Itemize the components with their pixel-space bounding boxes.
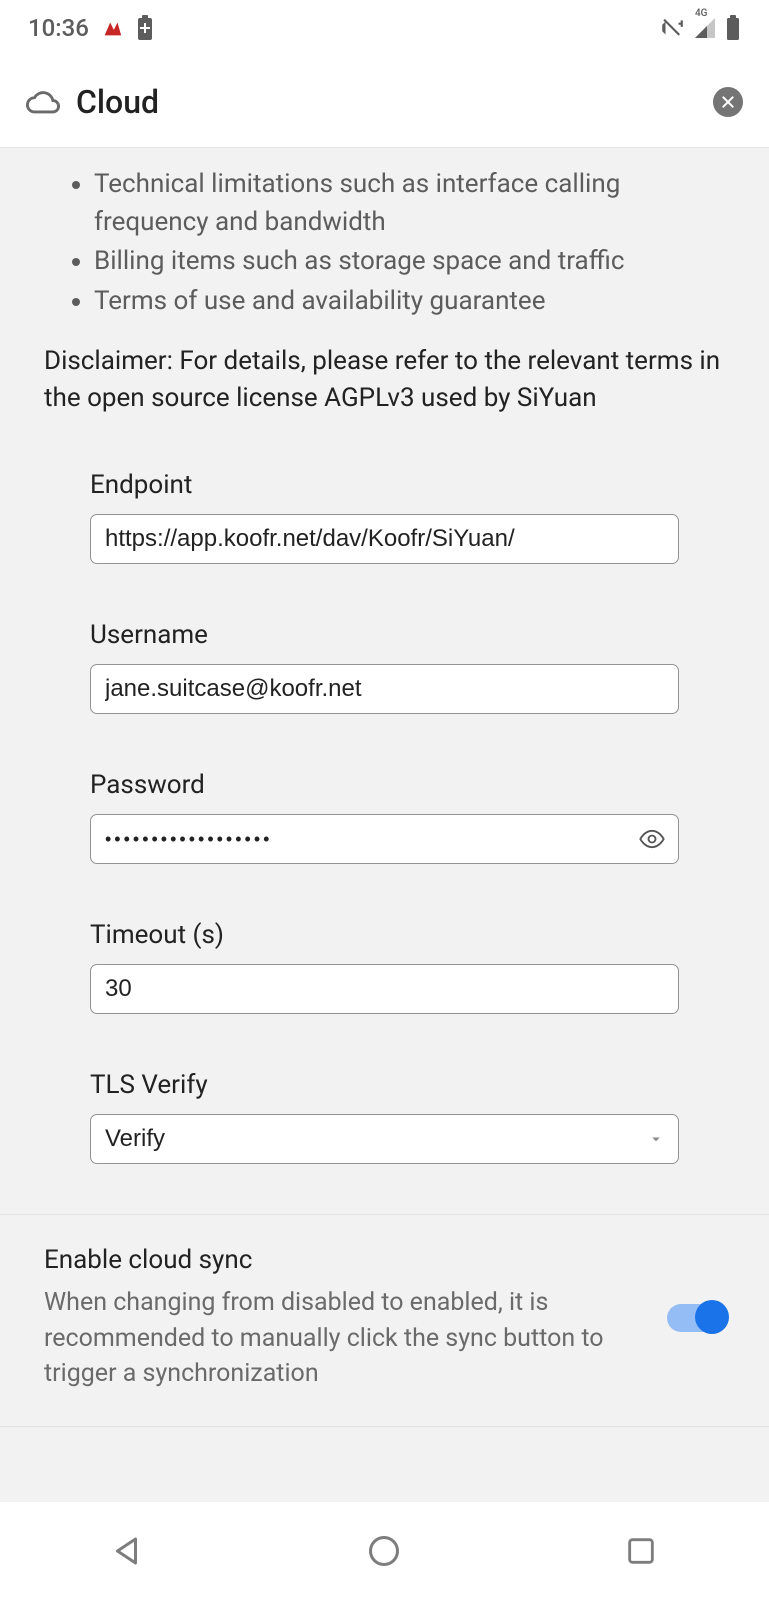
password-input[interactable] — [90, 814, 679, 864]
square-recent-icon — [624, 1534, 658, 1568]
disclaimer-text: Disclaimer: For details, please refer to… — [44, 343, 725, 418]
tls-label: TLS Verify — [90, 1070, 679, 1100]
username-input[interactable] — [90, 664, 679, 714]
toggle-password-visibility[interactable] — [637, 824, 667, 854]
password-label: Password — [90, 770, 679, 800]
info-section: Technical limitations such as interface … — [0, 148, 769, 444]
endpoint-label: Endpoint — [90, 470, 679, 500]
username-label: Username — [90, 620, 679, 650]
nav-back-button[interactable] — [108, 1531, 148, 1571]
endpoint-group: Endpoint — [0, 470, 769, 564]
enable-sync-desc: When changing from disabled to enabled, … — [44, 1285, 643, 1392]
cloud-icon — [26, 85, 60, 119]
endpoint-input[interactable] — [90, 514, 679, 564]
circle-home-icon — [366, 1533, 402, 1569]
status-right: 4G — [659, 15, 741, 41]
battery-plus-icon — [135, 15, 155, 41]
content-area: Technical limitations such as interface … — [0, 148, 769, 1525]
status-left: 10:36 — [28, 14, 155, 42]
enable-sync-toggle[interactable] — [667, 1304, 725, 1332]
close-button[interactable] — [713, 87, 743, 117]
signal-icon: 4G — [693, 16, 717, 40]
password-group: Password — [0, 770, 769, 864]
status-time: 10:36 — [28, 14, 89, 42]
status-bar: 10:36 4G — [0, 0, 769, 56]
username-group: Username — [0, 620, 769, 714]
timeout-label: Timeout (s) — [90, 920, 679, 950]
tls-group: TLS Verify — [0, 1070, 769, 1164]
toggle-knob — [695, 1300, 729, 1334]
vibrate-icon — [659, 15, 685, 41]
info-bullet: Billing items such as storage space and … — [94, 243, 725, 281]
info-bullets: Technical limitations such as interface … — [44, 166, 725, 321]
timeout-input[interactable] — [90, 964, 679, 1014]
enable-sync-row: Enable cloud sync When changing from dis… — [0, 1214, 769, 1427]
enable-sync-title: Enable cloud sync — [44, 1245, 643, 1275]
battery-icon — [725, 15, 741, 41]
app-indicator-icon — [101, 17, 123, 39]
system-nav-bar — [0, 1502, 769, 1600]
nav-home-button[interactable] — [364, 1531, 404, 1571]
eye-icon — [638, 825, 666, 853]
triangle-back-icon — [110, 1533, 146, 1569]
nav-recent-button[interactable] — [621, 1531, 661, 1571]
page-header: Cloud — [0, 56, 769, 148]
tls-select[interactable] — [90, 1114, 679, 1164]
page-title: Cloud — [76, 83, 713, 121]
info-bullet: Terms of use and availability guarantee — [94, 283, 725, 321]
timeout-group: Timeout (s) — [0, 920, 769, 1014]
info-bullet: Technical limitations such as interface … — [94, 166, 725, 241]
close-icon — [720, 94, 736, 110]
